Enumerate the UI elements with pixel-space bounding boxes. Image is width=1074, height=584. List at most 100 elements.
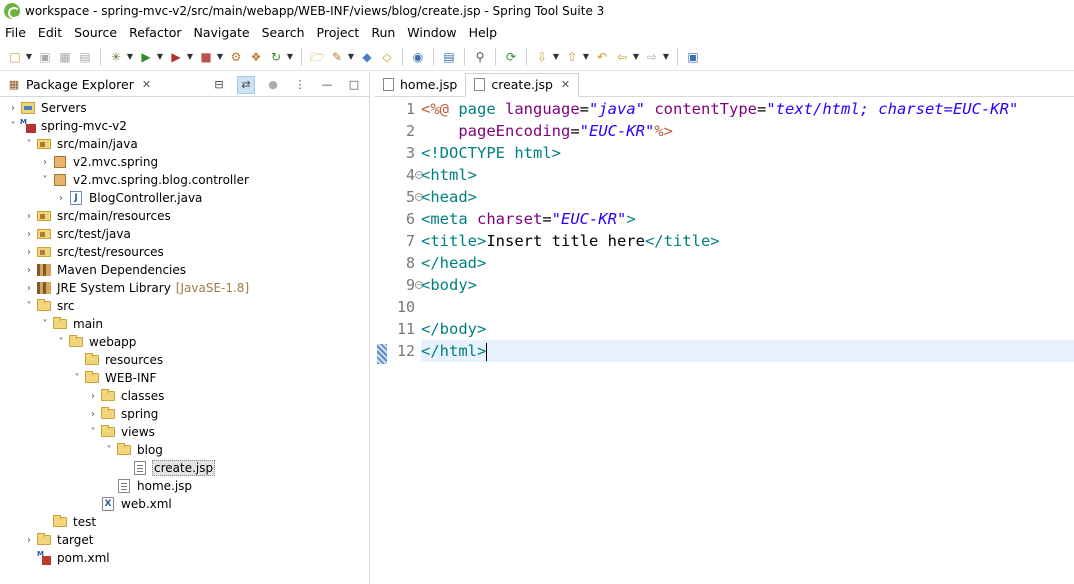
next-annotation-dropdown-icon[interactable]: ▼ [552, 49, 560, 65]
save-icon[interactable]: ▣ [37, 49, 53, 65]
run-dropdown-icon[interactable]: ▼ [156, 49, 164, 65]
tree-item-src-test-resources[interactable]: › src/test/resources [0, 243, 369, 261]
tree-item-src-test-java[interactable]: › src/test/java [0, 225, 369, 243]
tree-item-web-xml[interactable]: X web.xml [0, 495, 369, 513]
forward-icon[interactable]: ⇨ [644, 49, 660, 65]
collapsed-arrow-icon[interactable]: › [22, 283, 36, 294]
refresh-dropdown-icon[interactable]: ▼ [286, 49, 294, 65]
expanded-arrow-icon[interactable]: ˅ [102, 445, 116, 456]
collapse-all-icon[interactable]: ⊟ [210, 76, 228, 94]
open-folder-icon[interactable]: 🗁 [309, 49, 325, 65]
collapsed-arrow-icon[interactable]: › [22, 247, 36, 258]
expanded-arrow-icon[interactable]: ˅ [38, 175, 52, 186]
new-dropdown-icon[interactable]: ▼ [25, 49, 33, 65]
code-text-area[interactable]: <%@ page language="java" contentType="te… [421, 98, 1074, 584]
search-icon[interactable]: ⚲ [472, 49, 488, 65]
tree-item-servers[interactable]: › Servers [0, 99, 369, 117]
collapsed-arrow-icon[interactable]: › [86, 391, 100, 402]
tree-item-main[interactable]: ˅ main [0, 315, 369, 333]
expanded-arrow-icon[interactable]: ˅ [22, 139, 36, 150]
console-icon[interactable]: ▤ [441, 49, 457, 65]
next-annotation-icon[interactable]: ⇩ [534, 49, 550, 65]
minimize-icon[interactable]: — [318, 76, 336, 94]
new-icon[interactable]: □ [7, 49, 23, 65]
collapsed-arrow-icon[interactable]: › [6, 103, 20, 114]
open-perspective-icon[interactable]: ▣ [685, 49, 701, 65]
pen-dropdown-icon[interactable]: ▼ [347, 49, 355, 65]
pen-icon[interactable]: ✎ [329, 49, 345, 65]
tree-item-project[interactable]: ˅ M spring-mvc-v2 [0, 117, 369, 135]
tree-item-classes[interactable]: › classes [0, 387, 369, 405]
tree-item-create-jsp[interactable]: create.jsp [0, 459, 369, 477]
back-icon[interactable]: ⇦ [614, 49, 630, 65]
external-tools-dropdown-icon[interactable]: ▼ [186, 49, 194, 65]
menu-source[interactable]: Source [68, 25, 123, 40]
collapsed-arrow-icon[interactable]: › [22, 229, 36, 240]
expanded-arrow-icon[interactable]: ˅ [54, 337, 68, 348]
tree-item-home-jsp[interactable]: home.jsp [0, 477, 369, 495]
collapsed-arrow-icon[interactable]: › [38, 157, 52, 168]
menu-search[interactable]: Search [256, 25, 311, 40]
tree-item-webapp[interactable]: ˅ webapp [0, 333, 369, 351]
debug-icon[interactable]: ✳ [108, 49, 124, 65]
tab-package-explorer[interactable]: ▦ Package Explorer ✕ [0, 72, 157, 97]
tree-item-views[interactable]: ˅ views [0, 423, 369, 441]
save-all-icon[interactable]: ▦ [57, 49, 73, 65]
tree-item-src-main-java[interactable]: ˅ src/main/java [0, 135, 369, 153]
expanded-arrow-icon[interactable]: ˅ [22, 301, 36, 312]
tree-item-src[interactable]: ˅ src [0, 297, 369, 315]
close-icon[interactable]: ✕ [561, 78, 570, 91]
tree-item-maven-dependencies[interactable]: › Maven Dependencies [0, 261, 369, 279]
menu-edit[interactable]: Edit [32, 25, 68, 40]
tree-item-src-main-resources[interactable]: › src/main/resources [0, 207, 369, 225]
annotation-ruler[interactable] [375, 98, 389, 584]
collapsed-arrow-icon[interactable]: › [22, 265, 36, 276]
forward-dropdown-icon[interactable]: ▼ [662, 49, 670, 65]
menu-project[interactable]: Project [311, 25, 366, 40]
previous-annotation-icon[interactable]: ⇧ [564, 49, 580, 65]
expanded-arrow-icon[interactable]: ˅ [86, 427, 100, 438]
previous-annotation-dropdown-icon[interactable]: ▼ [582, 49, 590, 65]
last-edit-location-icon[interactable]: ↶ [594, 49, 610, 65]
debug-dropdown-icon[interactable]: ▼ [126, 49, 134, 65]
tree-item-package[interactable]: › v2.mvc.spring [0, 153, 369, 171]
globe-icon[interactable]: ◉ [410, 49, 426, 65]
maximize-icon[interactable]: □ [345, 76, 363, 94]
tree-item-spring[interactable]: › spring [0, 405, 369, 423]
expanded-arrow-icon[interactable]: ˅ [70, 373, 84, 384]
collapsed-arrow-icon[interactable]: › [22, 535, 36, 546]
menu-navigate[interactable]: Navigate [188, 25, 256, 40]
focus-task-icon[interactable]: ● [264, 76, 282, 94]
stop-dropdown-icon[interactable]: ▼ [216, 49, 224, 65]
tree-item-pom-xml[interactable]: M pom.xml [0, 549, 369, 567]
spring-boot-dashboard-icon[interactable]: ⟳ [503, 49, 519, 65]
tree-item-blog[interactable]: ˅ blog [0, 441, 369, 459]
menu-refactor[interactable]: Refactor [123, 25, 187, 40]
back-dropdown-icon[interactable]: ▼ [632, 49, 640, 65]
tab-create-jsp[interactable]: create.jsp ✕ [465, 73, 580, 97]
link-with-editor-icon[interactable]: ⇄ [237, 75, 255, 94]
stop-icon[interactable]: ■ [198, 49, 214, 65]
collapsed-arrow-icon[interactable]: › [54, 193, 68, 204]
tree-item-test[interactable]: test [0, 513, 369, 531]
tree-item-resources[interactable]: resources [0, 351, 369, 369]
new-server-icon[interactable]: ⚙ [228, 49, 244, 65]
collapsed-arrow-icon[interactable]: › [86, 409, 100, 420]
print-icon[interactable]: ▤ [77, 49, 93, 65]
external-tools-icon[interactable]: ▶ [168, 49, 184, 65]
tree-item-java-file[interactable]: › J BlogController.java [0, 189, 369, 207]
menu-file[interactable]: File [0, 25, 32, 40]
expanded-arrow-icon[interactable]: ˅ [38, 319, 52, 330]
refresh-icon[interactable]: ↻ [268, 49, 284, 65]
new-spring-project-icon[interactable]: ❖ [248, 49, 264, 65]
tree-item-target[interactable]: › target [0, 531, 369, 549]
collapsed-arrow-icon[interactable]: › [22, 211, 36, 222]
menu-help[interactable]: Help [463, 25, 504, 40]
tab-home-jsp[interactable]: home.jsp [375, 72, 465, 96]
tree-item-web-inf[interactable]: ˅ WEB-INF [0, 369, 369, 387]
run-icon[interactable]: ▶ [138, 49, 154, 65]
menu-run[interactable]: Run [365, 25, 401, 40]
menu-window[interactable]: Window [401, 25, 462, 40]
tree-item-package[interactable]: ˅ v2.mvc.spring.blog.controller [0, 171, 369, 189]
view-menu-icon[interactable]: ⋮ [291, 76, 309, 94]
